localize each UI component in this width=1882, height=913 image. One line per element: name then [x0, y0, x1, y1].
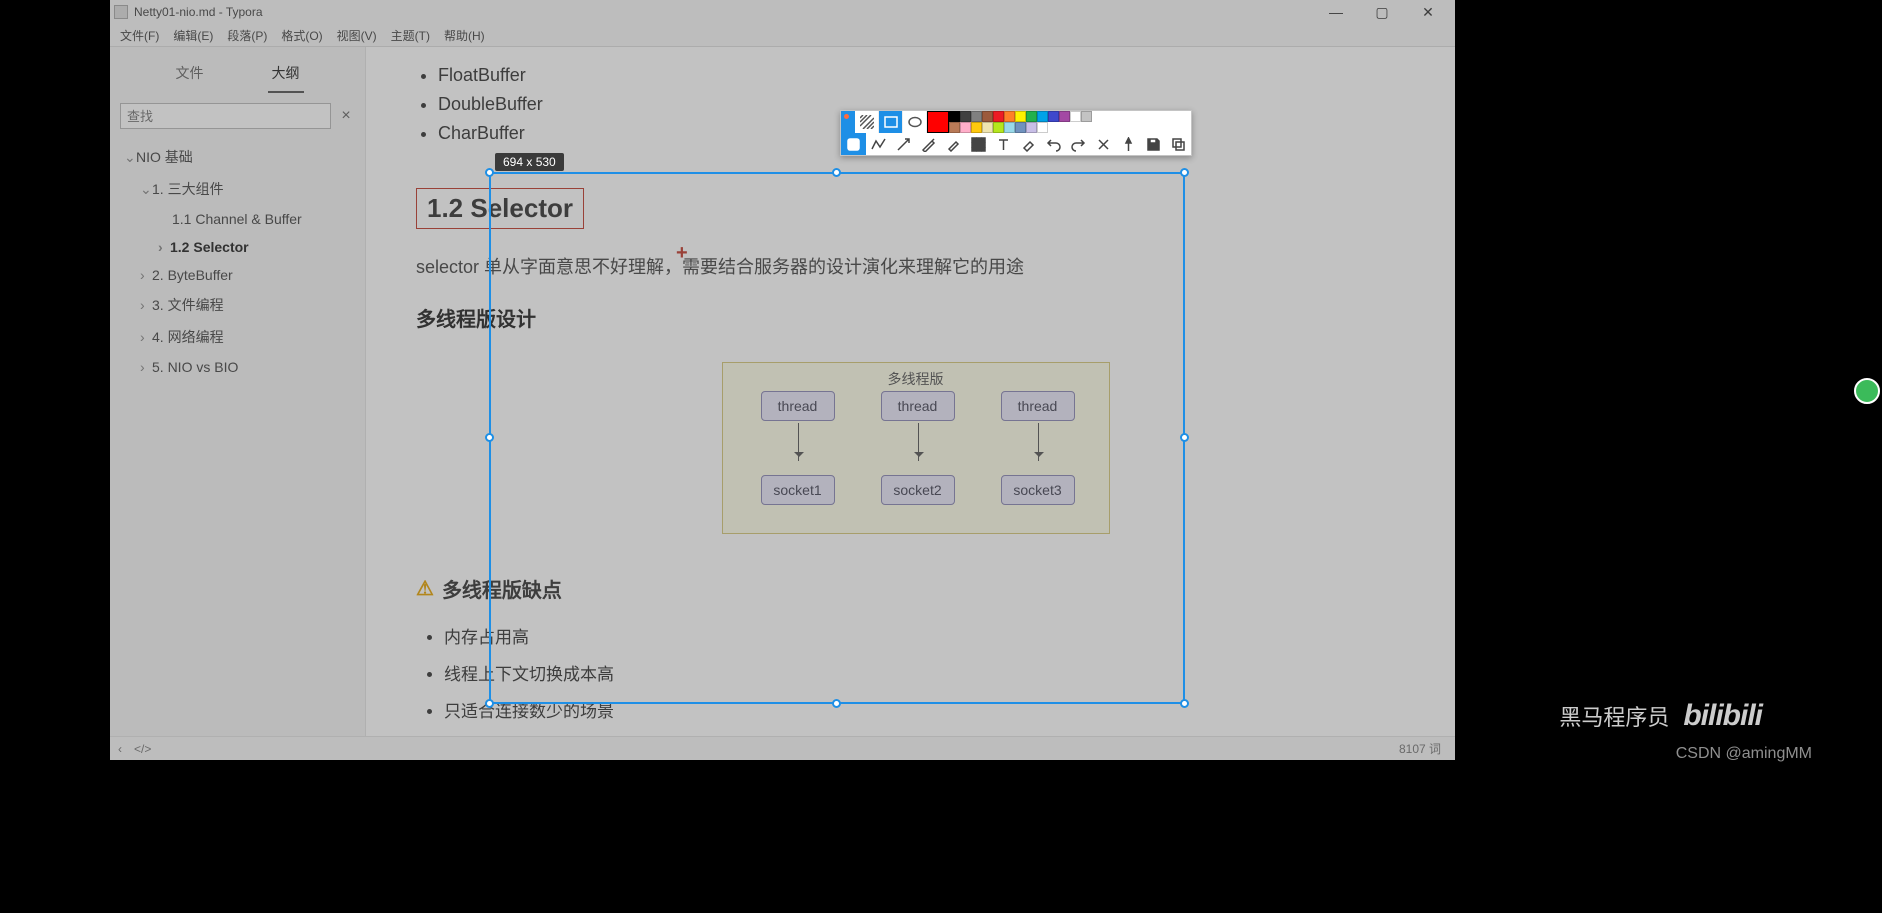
outline-item[interactable]: 2. ByteBuffer	[118, 261, 357, 289]
color-swatch[interactable]	[960, 111, 971, 122]
menu-paragraph[interactable]: 段落(P)	[227, 27, 267, 44]
mode-capture-icon[interactable]	[841, 133, 866, 155]
color-swatch[interactable]	[960, 122, 971, 133]
selection-rect[interactable]	[489, 172, 1185, 704]
titlebar: Netty01-nio.md - Typora — ▢ ✕	[110, 0, 1455, 24]
color-swatch[interactable]	[971, 122, 982, 133]
back-icon[interactable]: ‹	[118, 742, 122, 756]
list-item: FloatBuffer	[438, 61, 1415, 90]
color-swatch[interactable]	[1026, 111, 1037, 122]
menu-format[interactable]: 格式(O)	[281, 27, 322, 44]
rectangle-tool-icon[interactable]	[879, 111, 903, 133]
color-swatch[interactable]	[1026, 122, 1037, 133]
maximize-button[interactable]: ▢	[1359, 0, 1405, 24]
resize-handle-sw[interactable]	[485, 699, 494, 708]
outline-item[interactable]: NIO 基础	[118, 141, 357, 173]
save-icon[interactable]	[1141, 133, 1166, 155]
window-title: Netty01-nio.md - Typora	[134, 5, 263, 19]
clear-search-icon[interactable]: ×	[337, 107, 355, 125]
code-view-icon[interactable]: </>	[134, 742, 151, 756]
color-swatch[interactable]	[1037, 111, 1048, 122]
watermark-bilibili: 黑马程序员 bilibili	[1559, 699, 1762, 733]
color-swatch[interactable]	[993, 111, 1004, 122]
text-tool-icon[interactable]	[991, 133, 1016, 155]
eraser-tool-icon[interactable]	[1016, 133, 1041, 155]
hatch-tool-icon[interactable]	[855, 111, 879, 133]
outline-item[interactable]: 1. 三大组件	[118, 173, 357, 205]
warning-icon: ⚠	[416, 576, 434, 601]
menu-view[interactable]: 视图(V)	[337, 27, 377, 44]
menu-help[interactable]: 帮助(H)	[444, 27, 485, 44]
floating-button[interactable]	[1854, 378, 1880, 404]
color-swatch[interactable]	[971, 111, 982, 122]
color-swatch[interactable]	[1048, 111, 1059, 122]
minimize-button[interactable]: —	[1313, 0, 1359, 24]
pin-icon[interactable]	[1116, 133, 1141, 155]
search-input[interactable]	[120, 103, 331, 129]
tab-files[interactable]: 文件	[172, 57, 208, 93]
color-swatch[interactable]	[982, 122, 993, 133]
menu-theme[interactable]: 主题(T)	[391, 27, 430, 44]
polyline-tool-icon[interactable]	[866, 133, 891, 155]
current-color-swatch[interactable]	[927, 111, 949, 133]
color-palette	[949, 111, 1093, 133]
cancel-icon[interactable]	[1091, 133, 1116, 155]
outline-item[interactable]: 4. 网络编程	[118, 321, 357, 353]
resize-handle-nw[interactable]	[485, 168, 494, 177]
color-swatch[interactable]	[993, 122, 1004, 133]
outline-tree: NIO 基础 1. 三大组件 1.1 Channel & Buffer 1.2 …	[110, 135, 365, 387]
color-swatch[interactable]	[1037, 122, 1048, 133]
marker-tool-icon[interactable]	[941, 133, 966, 155]
resize-handle-w[interactable]	[485, 433, 494, 442]
color-swatch[interactable]	[982, 111, 993, 122]
color-swatch[interactable]	[1015, 111, 1026, 122]
word-count: 8107 词	[1399, 740, 1441, 757]
color-swatch[interactable]	[1015, 122, 1026, 133]
color-swatch[interactable]	[1070, 111, 1081, 122]
color-swatch[interactable]	[1059, 111, 1070, 122]
color-swatch[interactable]	[1081, 111, 1092, 122]
color-swatch[interactable]	[1004, 111, 1015, 122]
resize-handle-e[interactable]	[1180, 433, 1189, 442]
sidebar: 文件 大纲 × NIO 基础 1. 三大组件 1.1 Channel & Buf…	[110, 47, 366, 736]
redo-icon[interactable]	[1066, 133, 1091, 155]
undo-icon[interactable]	[1041, 133, 1066, 155]
menubar: 文件(F) 编辑(E) 段落(P) 格式(O) 视图(V) 主题(T) 帮助(H…	[110, 24, 1455, 46]
toolbar-anchor-icon[interactable]	[841, 111, 855, 133]
resize-handle-se[interactable]	[1180, 699, 1189, 708]
dimension-label: 694 x 530	[495, 153, 564, 171]
resize-handle-s[interactable]	[832, 699, 841, 708]
snipping-toolbar	[840, 110, 1192, 156]
menu-file[interactable]: 文件(F)	[120, 27, 159, 44]
arrow-tool-icon[interactable]	[891, 133, 916, 155]
color-swatch[interactable]	[1004, 122, 1015, 133]
outline-item[interactable]: 1.1 Channel & Buffer	[118, 205, 357, 233]
pen-tool-icon[interactable]	[916, 133, 941, 155]
outline-item-active[interactable]: 1.2 Selector	[118, 233, 357, 261]
statusbar: ‹ </> 8107 词	[110, 736, 1455, 760]
resize-handle-ne[interactable]	[1180, 168, 1189, 177]
close-button[interactable]: ✕	[1405, 0, 1451, 24]
mosaic-tool-icon[interactable]	[966, 133, 991, 155]
outline-item[interactable]: 3. 文件编程	[118, 289, 357, 321]
color-swatch[interactable]	[949, 122, 960, 133]
outline-item[interactable]: 5. NIO vs BIO	[118, 353, 357, 381]
menu-edit[interactable]: 编辑(E)	[173, 27, 213, 44]
ellipse-tool-icon[interactable]	[903, 111, 927, 133]
app-icon	[114, 5, 128, 19]
tab-outline[interactable]: 大纲	[268, 57, 304, 93]
copy-icon[interactable]	[1166, 133, 1191, 155]
color-swatch[interactable]	[949, 111, 960, 122]
resize-handle-n[interactable]	[832, 168, 841, 177]
watermark-csdn: CSDN @amingMM	[1676, 745, 1812, 763]
